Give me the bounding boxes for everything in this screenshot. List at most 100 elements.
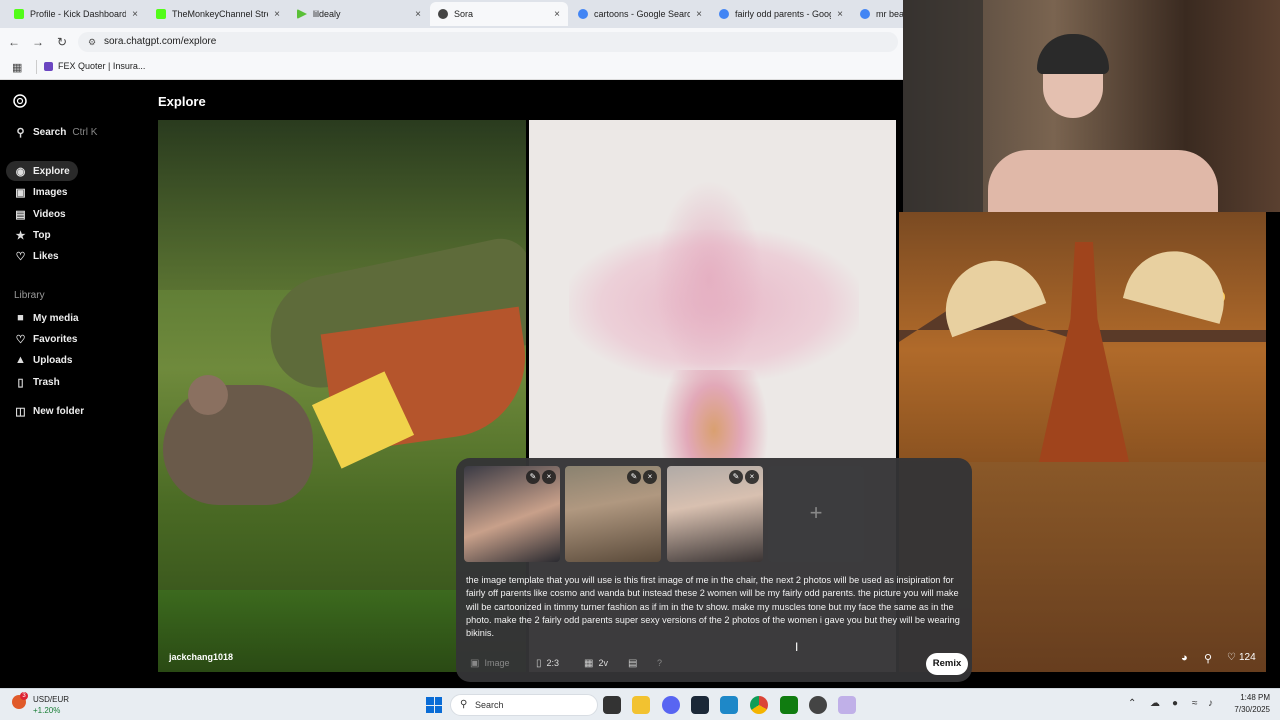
person-torso <box>988 150 1218 212</box>
cloud-icon[interactable]: ☁ <box>1150 698 1160 709</box>
webcam-overlay <box>903 0 1280 212</box>
help-button[interactable]: ? <box>657 654 662 672</box>
like-button[interactable]: ♡ 124 <box>1227 652 1256 663</box>
windows-start-icon[interactable] <box>426 697 442 713</box>
steam-icon[interactable] <box>691 696 709 714</box>
edit-icon[interactable]: ✎ <box>627 470 641 484</box>
variations-button[interactable]: ▦ 2v <box>584 654 608 672</box>
remove-icon[interactable]: × <box>643 470 657 484</box>
remix-button[interactable]: Remix <box>926 653 968 675</box>
forward-arrow-icon[interactable]: → <box>30 34 46 50</box>
close-tab-icon[interactable]: × <box>132 9 138 20</box>
tab-monkeychannel[interactable]: TheMonkeyChannel Strea × <box>148 2 288 26</box>
site-info-icon[interactable]: ⚙ <box>88 32 96 52</box>
remove-icon[interactable]: × <box>542 470 556 484</box>
sora-icon <box>438 9 448 19</box>
wifi-icon[interactable]: ≈ <box>1192 698 1198 709</box>
back-arrow-icon[interactable]: ← <box>6 34 22 50</box>
remix-icon[interactable]: ◕ <box>1181 652 1188 664</box>
microphone-icon[interactable]: ● <box>1172 698 1178 709</box>
reload-icon[interactable]: ↻ <box>54 34 70 50</box>
sidebar-item-new-folder[interactable]: ◫ New folder <box>6 401 92 421</box>
tab-kick-dashboard[interactable]: Profile - Kick Dashboard × <box>6 2 146 26</box>
search-icon[interactable]: ⚲ <box>1204 652 1212 665</box>
app-icon[interactable] <box>809 696 827 714</box>
presets-icon: ▤ <box>628 657 638 669</box>
tab-label: fairly odd parents - Goog <box>735 9 832 19</box>
edit-icon[interactable]: ✎ <box>526 470 540 484</box>
search-button[interactable]: ⚲ Search Ctrl K <box>6 122 105 142</box>
tab-label: lildealy <box>313 9 341 19</box>
page-title: Explore <box>158 94 206 109</box>
chevron-up-icon[interactable]: ⌃ <box>1128 698 1136 709</box>
search-shortcut: Ctrl K <box>72 126 98 138</box>
heart-icon: ♡ <box>15 250 26 263</box>
sidebar-item-top[interactable]: ★ Top <box>6 225 59 245</box>
remove-icon[interactable]: × <box>745 470 759 484</box>
close-tab-icon[interactable]: × <box>696 9 702 20</box>
tab-lildealy[interactable]: lildealy × <box>289 2 429 26</box>
sidebar-item-uploads[interactable]: ▲ Uploads <box>6 350 80 370</box>
sidebar-item-label: New folder <box>33 405 85 417</box>
tab-cartoons-search[interactable]: cartoons - Google Search × <box>570 2 710 26</box>
apps-grid-icon[interactable]: ▦ <box>12 61 22 74</box>
folder-plus-icon: ◫ <box>15 405 26 418</box>
media-type-label: Image <box>484 658 510 668</box>
presets-button[interactable]: ▤ <box>628 654 642 672</box>
kick-icon <box>156 9 166 19</box>
ticker-name[interactable]: USD/EUR <box>33 695 69 704</box>
sidebar-item-my-media[interactable]: ■ My media <box>6 308 87 328</box>
app-icon[interactable] <box>838 696 856 714</box>
url-text: sora.chatgpt.com/explore <box>104 36 217 47</box>
media-icon: ■ <box>17 312 24 324</box>
sidebar-item-videos[interactable]: ▤ Videos <box>6 204 74 224</box>
close-tab-icon[interactable]: × <box>415 9 421 20</box>
mouse-body <box>163 385 313 505</box>
close-tab-icon[interactable]: × <box>274 9 280 20</box>
reference-image-1[interactable]: ✎ × <box>464 466 560 562</box>
image-icon: ▣ <box>470 657 480 669</box>
url-field[interactable]: ⚙ sora.chatgpt.com/explore <box>78 32 898 52</box>
discord-icon[interactable] <box>662 696 680 714</box>
chrome-icon[interactable] <box>750 696 768 714</box>
sidebar-item-trash[interactable]: ▯ Trash <box>6 372 68 392</box>
tile-author[interactable]: jackchang1018 <box>169 652 233 662</box>
file-explorer-icon[interactable] <box>632 696 650 714</box>
bookmark-fex-quoter[interactable]: FEX Quoter | Insura... <box>44 61 145 71</box>
tab-fairly-odd-parents-search[interactable]: fairly odd parents - Goog × <box>711 2 851 26</box>
openai-logo-icon[interactable] <box>12 93 28 109</box>
store-icon[interactable] <box>720 696 738 714</box>
google-icon <box>719 9 729 19</box>
prompt-input[interactable]: the image template that you will use is … <box>466 574 966 640</box>
reference-image-2[interactable]: ✎ × <box>565 466 661 562</box>
close-tab-icon[interactable]: × <box>554 9 560 20</box>
room-shadow <box>903 0 983 212</box>
reference-image-3[interactable]: ✎ × <box>667 466 763 562</box>
sidebar-item-explore[interactable]: ◉ Explore <box>6 161 78 181</box>
clock-date[interactable]: 7/30/2025 <box>1226 705 1270 714</box>
sidebar-item-label: Videos <box>33 208 66 220</box>
upload-icon: ▲ <box>15 354 26 366</box>
volume-icon[interactable]: ♪ <box>1208 698 1213 709</box>
taskbar-search[interactable]: ⚲ Search <box>450 694 598 716</box>
ticker-change: +1.20% <box>33 706 61 715</box>
close-tab-icon[interactable]: × <box>837 9 843 20</box>
trash-icon: ▯ <box>17 376 24 389</box>
aspect-ratio-button[interactable]: ▯ 2:3 <box>536 654 559 672</box>
sidebar-item-images[interactable]: ▣ Images <box>6 182 75 202</box>
aspect-ratio-label: 2:3 <box>546 658 560 668</box>
sidebar-item-label: My media <box>33 312 79 324</box>
library-heading: Library <box>14 290 45 301</box>
media-type-image-button[interactable]: ▣ Image <box>470 654 509 672</box>
divider <box>36 60 37 74</box>
sidebar-item-likes[interactable]: ♡ Likes <box>6 246 67 266</box>
task-view-icon[interactable] <box>603 696 621 714</box>
edit-icon[interactable]: ✎ <box>729 470 743 484</box>
tab-sora[interactable]: Sora × <box>430 2 568 26</box>
bookmarks-bar: ▦ FEX Quoter | Insura... <box>0 56 905 80</box>
add-image-button[interactable]: + <box>768 466 864 562</box>
search-placeholder: Search <box>475 700 504 710</box>
xbox-icon[interactable] <box>780 696 798 714</box>
sidebar-item-favorites[interactable]: ♡ Favorites <box>6 329 85 349</box>
clock-time[interactable]: 1:48 PM <box>1226 693 1270 702</box>
